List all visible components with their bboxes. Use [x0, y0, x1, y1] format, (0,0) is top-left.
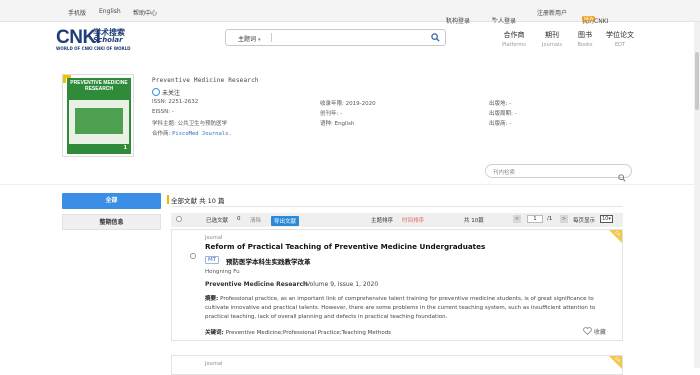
search-button[interactable] — [425, 30, 445, 45]
result-count: 全部文献 共 10 篇 — [166, 195, 225, 205]
article-type: Journal — [205, 235, 223, 241]
favorite-button[interactable]: 收藏 — [583, 327, 606, 336]
selected-label: 已选文献 — [206, 218, 229, 224]
partner-link[interactable]: PiscoMed Journals. — [172, 131, 232, 137]
prev-page-button[interactable]: < — [513, 215, 521, 223]
scrollbar-thumb[interactable] — [695, 52, 699, 110]
chevron-down-icon: ▾ — [446, 16, 449, 22]
search-field-select[interactable]: 主题词 ▾ — [238, 34, 261, 43]
select-all-checkbox[interactable] — [176, 216, 182, 224]
search-icon — [430, 33, 440, 42]
chevron-down-icon: ▾ — [258, 37, 261, 43]
english-link[interactable]: English — [99, 8, 121, 15]
pub-cycle: 出版周期: - — [489, 111, 517, 117]
founded: 创刊年: - — [320, 111, 343, 117]
article-type: Journal — [205, 361, 223, 367]
cnki-scholar-logo[interactable]: CNKI 学术搜索 Scholar WORLD OF CNKI CNKI OF … — [56, 27, 156, 51]
next-page-button[interactable]: > — [560, 215, 568, 223]
journal-cover: PREVENTIVE MEDICINE RESEARCH 1 — [62, 74, 134, 157]
search-bar: 主题词 ▾ — [225, 29, 446, 46]
selected-count: 0 — [237, 216, 241, 222]
machine-translation-badge: MT — [205, 256, 220, 264]
follow-button[interactable]: 未关注 — [152, 88, 180, 97]
journal-name: Preventive Medicine Research — [152, 77, 259, 84]
article-keywords: 关键词: Preventive Medicine;Professional Pr… — [205, 330, 392, 336]
nav-platforms[interactable]: 合作商 Platforms — [500, 30, 528, 48]
article-card: OA Journal — [171, 355, 623, 375]
page-input[interactable]: 1 — [527, 215, 543, 223]
language: 语种: English — [320, 121, 355, 127]
article-title-cn[interactable]: 预防医学本科生实践教学改革 — [226, 256, 311, 266]
page-scrollbar[interactable] — [694, 22, 700, 368]
partner: 合作商: PiscoMed Journals. — [152, 131, 232, 137]
nav-edt[interactable]: 学位论文 EDT — [603, 30, 637, 48]
page-total: /1 — [547, 216, 553, 222]
per-page-select[interactable]: 10▾ — [600, 215, 613, 223]
article-abstract: 摘要: Professional practice, as an importa… — [205, 296, 596, 320]
issue-info-button[interactable]: 整期信息 — [62, 214, 161, 230]
in-journal-search[interactable]: 刊内检索 — [485, 164, 632, 182]
new-badge: NEW — [582, 16, 596, 21]
article-checkbox[interactable] — [190, 244, 196, 263]
subject: 学科主题: 公共卫生与预防医学 — [152, 121, 228, 127]
follow-icon — [152, 88, 160, 96]
top-bar: 手机版 English 帮助中心 机构登录 ▾ 个人登录 ▾ 注册新用户 我的C… — [0, 0, 700, 25]
search-input[interactable] — [276, 32, 421, 43]
sort-topic[interactable]: 主题排序 — [371, 216, 393, 224]
search-icon — [618, 174, 626, 182]
article-volume: Volume 9, Issue 1, 2020 — [306, 281, 379, 288]
article-source[interactable]: Preventive Medicine Research — [205, 281, 307, 288]
pub-place: 出版地: - — [489, 101, 512, 107]
clear-link[interactable]: 清除 — [250, 216, 261, 224]
years: 收录年限: 2019-2020 — [320, 101, 376, 107]
nav-books[interactable]: 图书 Books — [571, 30, 599, 48]
total-count: 共 10篇 — [464, 218, 484, 224]
export-button[interactable]: 导出文献 — [271, 216, 300, 226]
all-articles-button[interactable]: 全部 — [62, 193, 161, 209]
publisher: 出版商: - — [489, 121, 512, 127]
article-title[interactable]: Reform of Practical Teaching of Preventi… — [205, 242, 485, 251]
sort-time[interactable]: 时间排序 — [402, 216, 424, 224]
chevron-down-icon: ▾ — [608, 216, 611, 222]
register-link[interactable]: 注册新用户 — [537, 8, 567, 17]
result-toolbar: 已选文献 0 清除 导出文献 主题排序 时间排序 共 10篇 < 1 /1 > … — [171, 213, 623, 227]
mobile-link[interactable]: 手机版 — [68, 8, 86, 17]
nav-journals[interactable]: 期刊 Journals — [538, 30, 566, 48]
heart-icon — [583, 327, 592, 335]
chevron-down-icon: ▾ — [492, 16, 495, 22]
cover-title: PREVENTIVE MEDICINE RESEARCH — [70, 80, 128, 92]
per-page-label: 每页显示 — [573, 218, 596, 224]
eissn: EISSN: - — [152, 109, 174, 115]
issn: ISSN: 2251-2632 — [152, 99, 199, 105]
cover-number: 1 — [123, 145, 127, 151]
article-card: OA Journal Reform of Practical Teaching … — [171, 229, 623, 341]
help-link[interactable]: 帮助中心 — [133, 8, 157, 17]
article-author[interactable]: Hongning Fu — [205, 269, 240, 275]
